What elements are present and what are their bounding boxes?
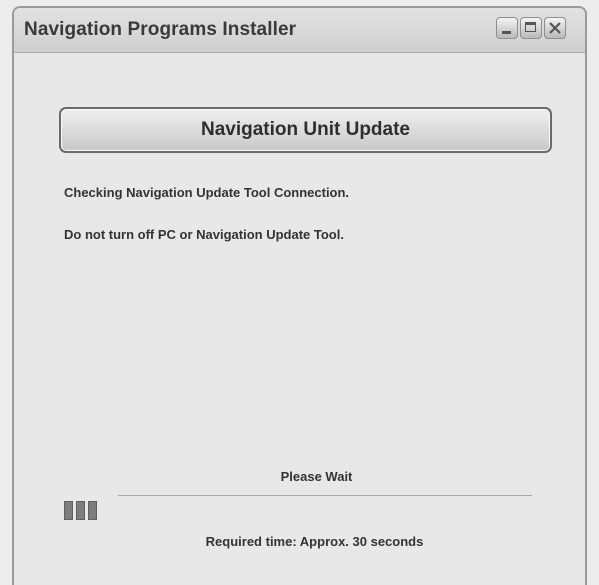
header-title: Navigation Unit Update <box>200 119 410 140</box>
warning-message: Do not turn off PC or Navigation Update … <box>64 227 344 242</box>
header-panel: Navigation Unit Update <box>59 107 552 153</box>
progress-block <box>64 501 73 520</box>
progress-block <box>76 501 85 520</box>
progress-divider <box>118 495 532 496</box>
close-icon <box>549 22 561 34</box>
installer-window: Navigation Programs Installer Navigation… <box>12 6 587 585</box>
close-button[interactable] <box>544 17 566 39</box>
progress-block <box>88 501 97 520</box>
installer-content: Navigation Unit Update Checking Navigati… <box>14 53 585 585</box>
window-title: Navigation Programs Installer <box>24 19 297 40</box>
minimize-icon <box>502 31 511 34</box>
maximize-icon <box>525 22 536 32</box>
minimize-button[interactable] <box>496 17 518 39</box>
please-wait-label: Please Wait <box>280 469 353 484</box>
title-bar[interactable]: Navigation Programs Installer <box>14 8 585 53</box>
maximize-button[interactable] <box>520 17 542 39</box>
progress-bar <box>64 501 97 520</box>
status-message: Checking Navigation Update Tool Connecti… <box>64 185 350 200</box>
required-time-label: Required time: Approx. 30 seconds <box>205 534 424 549</box>
